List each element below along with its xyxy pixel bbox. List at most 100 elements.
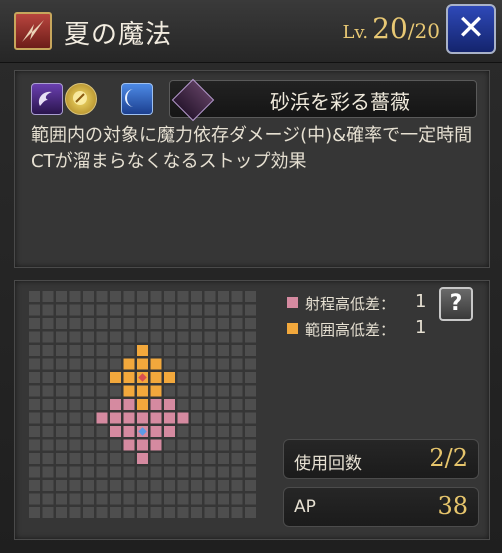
close-button[interactable]: ✕ xyxy=(446,4,496,54)
grid-cell-empty xyxy=(123,453,135,464)
grid-cell-empty xyxy=(83,439,94,451)
grid-cell-empty xyxy=(218,493,229,505)
grid-cell-empty xyxy=(96,493,108,505)
grid-cell-empty xyxy=(96,345,108,356)
grid-cell-empty xyxy=(96,453,108,464)
grid-cell-empty xyxy=(96,291,108,302)
grid-cell-empty xyxy=(42,507,54,518)
grid-cell-empty xyxy=(191,453,202,464)
grid-cell-empty xyxy=(83,358,94,370)
grid-cell-empty xyxy=(42,291,54,302)
grid-cell-empty xyxy=(218,399,229,410)
grid-cell-empty xyxy=(29,453,40,464)
grid-cell-empty xyxy=(96,331,108,343)
grid-cell-empty xyxy=(191,439,202,451)
grid-cell-effect xyxy=(137,399,148,410)
moon-element-icon xyxy=(121,83,153,115)
help-icon: ? xyxy=(449,291,463,316)
grid-cell-range xyxy=(110,426,121,437)
grid-cell-empty xyxy=(231,453,243,464)
grid-cell-empty xyxy=(123,466,135,478)
equipment-plate: 砂浜を彩る薔薇 xyxy=(169,78,477,122)
grid-cell-empty xyxy=(123,493,135,505)
grid-cell-empty xyxy=(56,453,67,464)
grid-cell-effect xyxy=(123,372,135,383)
grid-cell-empty xyxy=(29,291,40,302)
grid-cell-empty xyxy=(218,345,229,356)
spell-skill-icon xyxy=(14,12,52,50)
grid-cell-empty xyxy=(164,466,175,478)
grid-cell-empty xyxy=(231,372,243,383)
grid-cell-empty xyxy=(42,480,54,491)
grid-cell-empty xyxy=(204,385,216,397)
grid-cell-empty xyxy=(56,412,67,424)
grid-cell-empty xyxy=(164,331,175,343)
grid-cell-empty xyxy=(150,345,162,356)
grid-cell-empty xyxy=(137,318,148,329)
sun-element-icon xyxy=(65,83,97,115)
grid-cell-empty xyxy=(69,412,81,424)
grid-cell-empty xyxy=(69,385,81,397)
grid-cell-empty xyxy=(110,345,121,356)
grid-cell-empty xyxy=(56,507,67,518)
grid-cell-empty xyxy=(245,439,256,451)
grid-cell-empty xyxy=(218,291,229,302)
grid-cell-empty xyxy=(164,304,175,316)
grid-cell-empty xyxy=(150,318,162,329)
grid-cell-empty xyxy=(29,466,40,478)
grid-cell-empty xyxy=(83,426,94,437)
grid-cell-empty xyxy=(177,466,189,478)
grid-cell-empty xyxy=(245,426,256,437)
grid-cell-empty xyxy=(69,358,81,370)
grid-cell-empty xyxy=(69,466,81,478)
grid-cell-empty xyxy=(110,358,121,370)
description-panel: 砂浜を彩る薔薇 範囲内の対象に魔力依存ダメージ(中)&確率で一定時間CTが溜まら… xyxy=(14,70,490,268)
grid-cell-empty xyxy=(218,426,229,437)
grid-cell-empty xyxy=(96,358,108,370)
grid-cell-empty xyxy=(29,480,40,491)
close-icon: ✕ xyxy=(456,8,486,48)
grid-cell-empty xyxy=(164,439,175,451)
grid-cell-empty xyxy=(29,304,40,316)
grid-cell-empty xyxy=(204,331,216,343)
grid-cell-empty xyxy=(56,318,67,329)
grid-cell-range xyxy=(137,412,148,424)
grid-cell-empty xyxy=(150,331,162,343)
grid-cell-empty xyxy=(96,372,108,383)
grid-cell-empty xyxy=(29,331,40,343)
uses-count-plate: 使用回数 2/2 xyxy=(283,439,479,479)
grid-cell-empty xyxy=(69,493,81,505)
grid-cell-range xyxy=(123,412,135,424)
grid-cell-range xyxy=(164,412,175,424)
grid-cell-empty xyxy=(177,358,189,370)
legend-label-range-height: 射程高低差： xyxy=(305,295,396,313)
grid-cell-empty xyxy=(56,358,67,370)
level-current: 20 xyxy=(372,12,408,45)
grid-cell-empty xyxy=(231,399,243,410)
grid-cell-empty xyxy=(137,304,148,316)
grid-cell-empty xyxy=(56,426,67,437)
grid-cell-empty xyxy=(137,507,148,518)
grid-cell-empty xyxy=(164,291,175,302)
grid-cell-empty xyxy=(204,493,216,505)
grid-cell-empty xyxy=(56,331,67,343)
grid-cell-empty xyxy=(137,331,148,343)
grid-cell-empty xyxy=(69,507,81,518)
grid-cell-empty xyxy=(231,291,243,302)
grid-cell-empty xyxy=(245,493,256,505)
grid-cell-empty xyxy=(164,480,175,491)
grid-cell-empty xyxy=(231,331,243,343)
grid-cell-empty xyxy=(96,318,108,329)
grid-cell-empty xyxy=(204,372,216,383)
grid-cell-empty xyxy=(218,453,229,464)
grid-cell-empty xyxy=(29,412,40,424)
grid-cell-empty xyxy=(204,399,216,410)
help-button[interactable]: ? xyxy=(439,287,473,321)
wind-element-icon xyxy=(31,83,63,115)
grid-cell-empty xyxy=(177,426,189,437)
grid-cell-empty xyxy=(83,291,94,302)
grid-cell-empty xyxy=(56,399,67,410)
grid-cell-empty xyxy=(191,372,202,383)
grid-cell-range xyxy=(137,453,148,464)
grid-cell-empty xyxy=(42,439,54,451)
